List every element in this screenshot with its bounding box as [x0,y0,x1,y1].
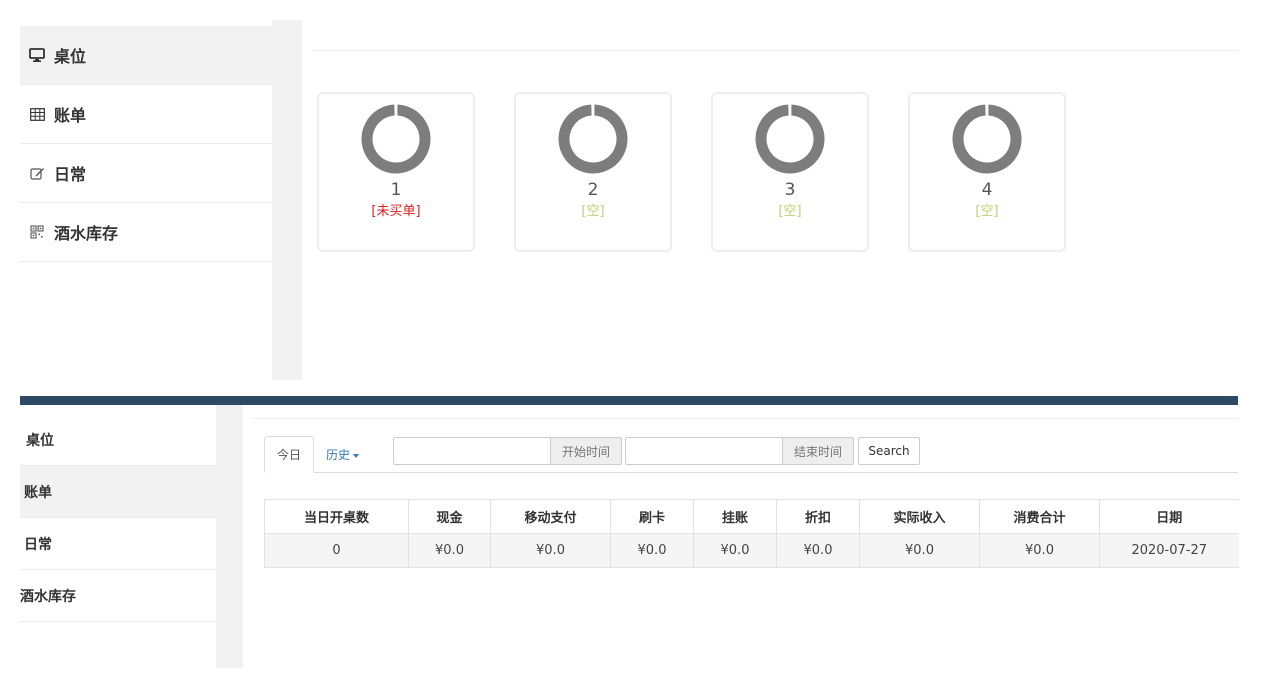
table-card-2[interactable]: 2 [空] [514,92,672,252]
column-header: 当日开桌数 [264,499,409,534]
bottom-sidebar: 桌位 账单 日常 酒水库存 [20,414,216,622]
table-status: [空] [975,204,999,219]
content-divider [252,418,1238,419]
tab-today[interactable]: 今日 [264,436,315,473]
monitor-icon [28,46,46,64]
table-card-4[interactable]: 4 [空] [908,92,1066,252]
table-cell: ¥0.0 [490,533,611,568]
table-header-row: 当日开桌数 现金 移动支付 刷卡 挂账 折扣 实际收入 消费合计 日期 [264,499,1239,534]
tabs-underline [264,472,1238,473]
column-header: 实际收入 [859,499,980,534]
table-card-3[interactable]: 3 [空] [711,92,869,252]
table-number: 2 [587,180,599,200]
sidebar-item-label: 日常 [54,165,87,184]
column-header: 消费合计 [979,499,1100,534]
table-cell: 2020-07-27 [1099,533,1239,568]
caret-down-icon [353,453,360,458]
column-header: 挂账 [693,499,777,534]
edit-icon [28,164,46,182]
table-ring-icon [558,104,628,174]
table-row: 0 ¥0.0 ¥0.0 ¥0.0 ¥0.0 ¥0.0 ¥0.0 ¥0.0 202… [264,533,1239,568]
column-header: 现金 [408,499,491,534]
table-cell: ¥0.0 [859,533,980,568]
sidebar-item-label: 酒水库存 [54,224,119,243]
sidebar-item-bills[interactable]: 账单 [20,85,272,144]
table-ring-icon [361,104,431,174]
sidebar-item-label: 酒水库存 [20,588,76,605]
tab-label: 历史 [326,448,351,462]
table-status: [未买单] [371,204,421,219]
tab-label: 今日 [277,448,302,462]
search-button[interactable]: Search [858,437,920,465]
sidebar-item-label: 桌位 [54,47,87,66]
sidebar-item-label: 账单 [54,106,87,125]
table-cell: ¥0.0 [776,533,860,568]
screenshot-divider [20,396,1238,405]
sidebar-item-daily[interactable]: 日常 [20,144,272,203]
sidebar-item-label: 账单 [24,484,52,501]
table-cell: 0 [264,533,409,568]
sidebar-gutter [216,405,243,668]
column-header: 折扣 [776,499,860,534]
table-status: [空] [778,204,802,219]
column-header: 刷卡 [610,499,694,534]
content-divider [312,50,1238,51]
table-card-1[interactable]: 1 [未买单] [317,92,475,252]
table-ring-icon [952,104,1022,174]
table-number: 3 [784,180,796,200]
end-time-addon: 结束时间 [782,437,854,465]
column-header: 日期 [1099,499,1239,534]
table-cell: ¥0.0 [408,533,491,568]
qrcode-icon [28,223,46,241]
bill-summary-table: 当日开桌数 现金 移动支付 刷卡 挂账 折扣 实际收入 消费合计 日期 0 ¥0… [264,499,1239,568]
sidebar-gutter [272,20,302,380]
table-cell: ¥0.0 [979,533,1100,568]
table-number: 1 [390,180,402,200]
table-cell: ¥0.0 [610,533,694,568]
table-status: [空] [581,204,605,219]
sidebar-item-bills[interactable]: 账单 [20,466,216,518]
sidebar-item-label: 桌位 [26,432,54,449]
table-cell: ¥0.0 [693,533,777,568]
table-number: 4 [981,180,993,200]
bill-tabs: 今日 历史 [264,436,371,473]
sidebar-item-tables[interactable]: 桌位 [20,414,216,466]
sidebar-item-label: 日常 [24,536,52,553]
column-header: 移动支付 [490,499,611,534]
end-time-input[interactable] [625,437,783,465]
start-time-input[interactable] [393,437,551,465]
sidebar-item-daily[interactable]: 日常 [20,518,216,570]
sidebar-item-drinks-stock[interactable]: 酒水库存 [20,570,216,622]
sidebar-item-tables[interactable]: 桌位 [20,26,272,85]
start-time-addon: 开始时间 [550,437,622,465]
sidebar-item-drinks-stock[interactable]: 酒水库存 [20,203,272,262]
top-sidebar: 桌位 账单 日常 酒水库存 [20,26,272,262]
tab-history[interactable]: 历史 [314,436,371,473]
table-icon [28,105,46,123]
table-ring-icon [755,104,825,174]
